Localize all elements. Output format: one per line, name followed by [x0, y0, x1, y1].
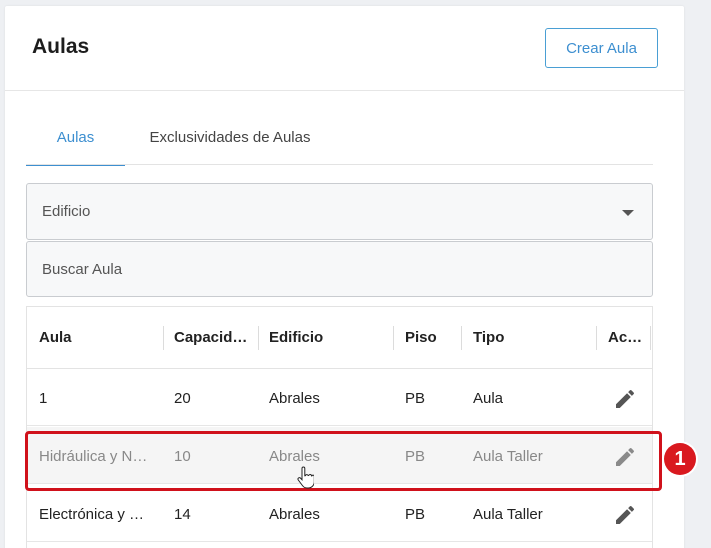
buscar-aula-field — [26, 241, 653, 297]
tab-divider — [26, 164, 653, 165]
cell-piso: PB — [405, 506, 426, 523]
edificio-select[interactable]: Edificio — [26, 183, 653, 240]
cell-edificio: Abrales — [269, 390, 320, 407]
cell-capacidad: 14 — [174, 506, 191, 523]
table-row[interactable]: 1 20 Abrales PB Aula — [27, 369, 652, 426]
step-badge: 1 — [664, 443, 696, 475]
table-row[interactable]: Hidráulica y N… 10 Abrales PB Aula Talle… — [27, 427, 652, 484]
caret-down-icon — [622, 210, 634, 216]
column-separator — [596, 326, 597, 350]
cell-tipo: Aula Taller — [473, 448, 543, 465]
cell-piso: PB — [405, 448, 426, 465]
column-header-aula[interactable]: Aula — [39, 329, 72, 346]
tab-aulas-label: Aulas — [56, 129, 95, 146]
aulas-table: Aula Capacid… Edificio Piso Tipo Ac… 1 2… — [26, 306, 653, 548]
cell-capacidad: 10 — [174, 448, 191, 465]
page-title: Aulas — [32, 35, 90, 58]
table-row[interactable]: Electrónica y … 14 Abrales PB Aula Talle… — [27, 485, 652, 542]
card-header: Aulas Crear Aula — [5, 6, 684, 91]
tab-exclusividades[interactable]: Exclusividades de Aulas — [130, 116, 330, 166]
pencil-icon[interactable] — [613, 387, 637, 411]
pencil-icon[interactable] — [613, 503, 637, 527]
column-header-capacidad[interactable]: Capacid… — [174, 329, 247, 346]
cell-aula: 1 — [39, 390, 48, 407]
column-separator — [163, 326, 164, 350]
column-header-edificio[interactable]: Edificio — [269, 329, 323, 346]
cell-aula: Hidráulica y N… — [39, 448, 148, 465]
column-header-acciones[interactable]: Ac… — [608, 329, 642, 346]
hand-cursor-icon — [297, 466, 314, 489]
column-separator — [650, 326, 651, 350]
cell-tipo: Aula Taller — [473, 506, 543, 523]
cell-aula: Electrónica y … — [39, 506, 145, 523]
column-separator — [258, 326, 259, 350]
buscar-aula-input[interactable] — [27, 242, 652, 296]
column-header-tipo[interactable]: Tipo — [473, 329, 504, 346]
tab-exclusividades-label: Exclusividades de Aulas — [149, 129, 311, 146]
cell-tipo: Aula — [473, 390, 504, 407]
cell-capacidad: 20 — [174, 390, 191, 407]
table-header: Aula Capacid… Edificio Piso Tipo Ac… — [27, 307, 652, 369]
cell-edificio: Abrales — [269, 506, 320, 523]
tab-aulas[interactable]: Aulas — [26, 116, 125, 166]
column-separator — [461, 326, 462, 350]
pencil-icon[interactable] — [613, 445, 637, 469]
cell-edificio: Abrales — [269, 448, 320, 465]
column-header-piso[interactable]: Piso — [405, 329, 437, 346]
cell-piso: PB — [405, 390, 426, 407]
column-separator — [393, 326, 394, 350]
create-aula-button[interactable]: Crear Aula — [545, 28, 658, 68]
edificio-select-label: Edificio — [42, 203, 91, 220]
